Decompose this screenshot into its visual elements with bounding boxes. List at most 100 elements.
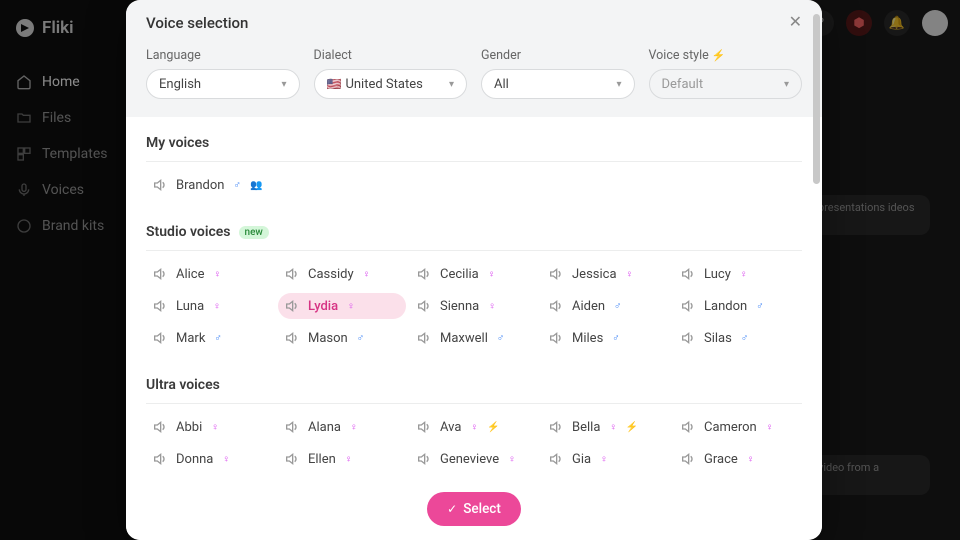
section-title: Studio voices <box>146 224 231 240</box>
scrollbar[interactable] <box>813 14 820 184</box>
voice-item[interactable]: Ava♀⚡ <box>410 414 538 440</box>
voice-item[interactable]: Grace♀ <box>674 446 802 472</box>
speaker-icon[interactable] <box>284 298 300 314</box>
filters: Language English▾ Dialect 🇺🇸United State… <box>126 48 822 117</box>
gender-icon: ⚡ <box>487 422 499 433</box>
voice-item[interactable]: Cecilia ♀ <box>410 261 538 287</box>
voice-item[interactable]: Alice ♀ <box>146 261 274 287</box>
speaker-icon[interactable] <box>680 330 696 346</box>
voice-item[interactable]: Miles♂ <box>542 325 670 351</box>
voice-item[interactable]: Gia♀ <box>542 446 670 472</box>
voice-name: Brandon <box>176 178 224 193</box>
gender-icon: ♀ <box>350 422 358 433</box>
voice-name: Abbi <box>176 420 202 435</box>
speaker-icon[interactable] <box>284 419 300 435</box>
voice-selection-modal: Voice selection ✕ Language English▾ Dial… <box>126 0 822 540</box>
language-select[interactable]: English▾ <box>146 69 300 99</box>
gender-icon: ♀ <box>213 301 221 312</box>
voice-name: Silas <box>704 331 732 346</box>
speaker-icon[interactable] <box>548 330 564 346</box>
chevron-down-icon: ▾ <box>616 79 621 90</box>
voice-name: Mason <box>308 331 348 346</box>
voice-item[interactable]: Ellen♀ <box>278 446 406 472</box>
filter-label: Voice style ⚡ <box>649 48 803 63</box>
voice-name: Alana <box>308 420 341 435</box>
flag-icon: 🇺🇸 <box>327 77 342 91</box>
close-icon[interactable]: ✕ <box>789 14 802 30</box>
modal-body[interactable]: My voices Brandon♂👥 Studio voicesnew Ali… <box>126 117 822 480</box>
voice-item[interactable]: Aiden♂ <box>542 293 670 319</box>
speaker-icon[interactable] <box>152 266 168 282</box>
speaker-icon[interactable] <box>416 330 432 346</box>
check-icon: ✓ <box>447 502 457 516</box>
speaker-icon[interactable] <box>680 298 696 314</box>
speaker-icon[interactable] <box>152 451 168 467</box>
gender-select[interactable]: All ▾ <box>481 69 635 99</box>
voice-name: Donna <box>176 452 213 467</box>
voice-name: Sienna <box>440 299 479 314</box>
voice-name: Mark <box>176 331 205 346</box>
voice-item[interactable]: Cassidy♀ <box>278 261 406 287</box>
voice-style-select[interactable]: Default▾ <box>649 69 803 99</box>
speaker-icon[interactable] <box>152 330 168 346</box>
speaker-icon[interactable] <box>416 298 432 314</box>
gender-icon: ♀ <box>214 269 222 280</box>
voice-name: Miles <box>572 331 603 346</box>
voice-name: Alice <box>176 267 205 282</box>
voice-name: Aiden <box>572 299 605 314</box>
voice-item[interactable]: Jessica♀ <box>542 261 670 287</box>
filter-label: Dialect <box>314 48 468 63</box>
voice-item[interactable]: Cameron♀ <box>674 414 802 440</box>
gender-icon: ♀ <box>488 269 496 280</box>
speaker-icon[interactable] <box>548 419 564 435</box>
voice-item[interactable]: Landon♂ <box>674 293 802 319</box>
dialect-select[interactable]: 🇺🇸United States▾ <box>314 69 468 99</box>
voice-item[interactable]: Lydia♀ <box>278 293 406 319</box>
select-value: Default <box>662 77 704 92</box>
voice-name: Bella <box>572 420 600 435</box>
speaker-icon[interactable] <box>680 451 696 467</box>
voice-item[interactable]: Lucy ♀ <box>674 261 802 287</box>
gender-icon: ♀ <box>211 422 219 433</box>
select-value: 🇺🇸United States <box>327 77 423 92</box>
gender-icon: ♀ <box>347 301 355 312</box>
speaker-icon[interactable] <box>152 419 168 435</box>
speaker-icon[interactable] <box>416 451 432 467</box>
speaker-icon[interactable] <box>284 266 300 282</box>
voice-item[interactable]: Luna♀ <box>146 293 274 319</box>
select-value: All <box>494 77 509 92</box>
speaker-icon[interactable] <box>152 298 168 314</box>
voice-item[interactable]: Alana ♀ <box>278 414 406 440</box>
voice-item[interactable]: Genevieve♀ <box>410 446 538 472</box>
select-button-label: Select <box>463 501 501 517</box>
voice-item[interactable]: Mark♂ <box>146 325 274 351</box>
section-title: My voices <box>146 135 209 151</box>
select-button[interactable]: ✓ Select <box>427 492 521 526</box>
gender-icon: ♀ <box>488 301 496 312</box>
voice-item[interactable]: Abbi ♀ <box>146 414 274 440</box>
voice-name: Cecilia <box>440 267 479 282</box>
voice-item[interactable]: Maxwell♂ <box>410 325 538 351</box>
filter-label: Gender <box>481 48 635 63</box>
voice-name: Lucy <box>704 267 731 282</box>
voice-item[interactable]: Sienna ♀ <box>410 293 538 319</box>
speaker-icon[interactable] <box>680 419 696 435</box>
gender-icon: ♂ <box>497 333 505 344</box>
speaker-icon[interactable] <box>548 298 564 314</box>
speaker-icon[interactable] <box>416 266 432 282</box>
speaker-icon[interactable] <box>152 177 168 193</box>
speaker-icon[interactable] <box>284 330 300 346</box>
gender-icon: ♀ <box>470 422 478 433</box>
speaker-icon[interactable] <box>416 419 432 435</box>
speaker-icon[interactable] <box>548 266 564 282</box>
gender-icon: ♀ <box>740 269 748 280</box>
voice-item[interactable]: Silas♂ <box>674 325 802 351</box>
voice-item[interactable]: Bella♀⚡ <box>542 414 670 440</box>
voice-item[interactable]: Brandon♂👥 <box>146 172 274 198</box>
voice-item[interactable]: Mason♂ <box>278 325 406 351</box>
speaker-icon[interactable] <box>548 451 564 467</box>
gender-icon: ♀ <box>747 454 755 465</box>
speaker-icon[interactable] <box>284 451 300 467</box>
speaker-icon[interactable] <box>680 266 696 282</box>
voice-item[interactable]: Donna♀ <box>146 446 274 472</box>
